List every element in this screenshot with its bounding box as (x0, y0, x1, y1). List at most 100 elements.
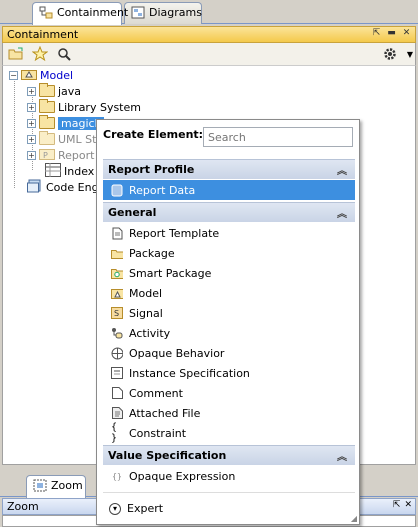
section-general[interactable]: General ︽ (103, 202, 355, 222)
tab-diagrams[interactable]: Diagrams (124, 2, 202, 24)
menu-item-instance-specification[interactable]: Instance Specification (103, 363, 355, 383)
menu-item-smart-package[interactable]: Smart Package (103, 263, 355, 283)
collapse-icon[interactable]: − (9, 70, 18, 80)
chevron-down-icon[interactable]: ▼ (405, 45, 415, 63)
tab-label: Containment (57, 6, 129, 19)
tree-node-uml-standard[interactable]: + UML St (27, 131, 96, 147)
tree-label: Report (58, 148, 95, 162)
menu-item-label: Opaque Expression (129, 469, 236, 483)
expand-icon[interactable]: + (27, 118, 36, 128)
model-icon (21, 68, 37, 83)
tree-label: Library System (58, 100, 141, 114)
menu-item-comment[interactable]: Comment (103, 383, 355, 403)
comment-icon (111, 387, 123, 400)
code-engineering-icon (27, 179, 43, 196)
float-icon[interactable]: ⇱ (371, 28, 382, 39)
model-icon (111, 287, 123, 300)
tree-label: Index (64, 164, 95, 178)
expand-icon[interactable]: + (27, 134, 36, 144)
menu-item-label: Opaque Behavior (129, 346, 225, 360)
collapse-section-icon[interactable]: ︽ (337, 162, 347, 177)
menu-item-opaque-expression[interactable]: {} Opaque Expression (103, 466, 355, 486)
collapse-section-icon[interactable]: ︽ (337, 448, 347, 463)
search-icon[interactable] (55, 45, 73, 63)
tab-zoom[interactable]: Zoom (26, 475, 86, 498)
zoom-title: Zoom (7, 500, 39, 513)
menu-item-label: Comment (129, 386, 183, 400)
section-title: General (108, 206, 157, 219)
menu-item-model[interactable]: Model (103, 283, 355, 303)
tree-node-index[interactable]: Index (45, 162, 95, 179)
open-folder-icon[interactable] (7, 45, 25, 63)
resize-grip-icon[interactable]: ◢ (351, 514, 357, 523)
diagram-icon (131, 6, 145, 19)
close-icon[interactable]: ✕ (404, 500, 412, 510)
section-value-specification[interactable]: Value Specification ︽ (103, 445, 355, 465)
menu-item-attached-file[interactable]: Attached File (103, 403, 355, 423)
menu-item-activity[interactable]: Activity (103, 323, 355, 343)
tree-node-magicli[interactable]: + magicli (27, 115, 104, 131)
star-icon[interactable] (31, 45, 49, 63)
smart-package-icon (111, 267, 123, 280)
menu-item-report-template[interactable]: Report Template (103, 223, 355, 243)
tree-node-report[interactable]: + P Report (27, 147, 94, 163)
divider (103, 492, 355, 493)
document-icon (111, 227, 123, 240)
tab-containment[interactable]: Containment (32, 2, 128, 25)
behavior-icon (111, 347, 123, 360)
tree-node-java[interactable]: + java (27, 83, 81, 99)
expert-toggle[interactable]: ▾ Expert (109, 502, 163, 515)
close-icon[interactable]: ✕ (401, 28, 412, 39)
tree-label: java (58, 84, 82, 98)
search-input[interactable] (203, 127, 353, 147)
menu-item-label: Model (129, 286, 163, 300)
folder-icon (39, 131, 55, 145)
float-icon[interactable]: ⇱ (393, 500, 401, 510)
tree-toolbar: ▼ (2, 43, 416, 65)
zoom-icon (33, 479, 47, 492)
menu-item-label: Constraint (129, 426, 187, 440)
activity-icon (111, 327, 123, 340)
menu-item-signal[interactable]: S Signal (103, 303, 355, 323)
section-report-profile[interactable]: Report Profile ︽ (103, 159, 355, 179)
folder-icon (39, 99, 55, 113)
menu-item-package[interactable]: Package (103, 243, 355, 263)
tree-node-library-system[interactable]: + Library System (27, 99, 141, 115)
create-element-popup: Create Element: Report Profile ︽ Report … (96, 119, 360, 525)
gear-icon[interactable] (381, 45, 399, 63)
expand-icon[interactable]: + (27, 102, 36, 112)
svg-text:S: S (114, 309, 119, 318)
constraint-icon: { } (111, 422, 118, 444)
menu-item-label: Package (129, 246, 175, 260)
expand-icon[interactable]: + (27, 86, 36, 96)
signal-icon: S (111, 307, 123, 320)
instance-icon (111, 367, 123, 380)
collapse-section-icon[interactable]: ︽ (337, 205, 347, 220)
tab-label: Diagrams (149, 6, 202, 19)
pin-icon[interactable]: ▬ (386, 28, 397, 39)
tree-label: UML St (58, 132, 97, 146)
menu-item-report-data[interactable]: Report Data (103, 180, 355, 200)
containment-icon (39, 6, 53, 19)
menu-item-label: Report Template (129, 226, 220, 240)
tree-label: Model (40, 68, 74, 82)
expert-label: Expert (127, 502, 164, 515)
section-title: Value Specification (108, 449, 227, 462)
folder-icon (39, 115, 55, 129)
panel-title: Containment (7, 28, 79, 41)
view-tab-bar: Containment Diagrams (0, 0, 418, 25)
expand-icon[interactable]: + (27, 150, 36, 160)
chevron-down-circle-icon: ▾ (109, 502, 121, 515)
folder-icon (111, 247, 123, 260)
menu-item-label: Report Data (129, 183, 196, 197)
tree-node-model[interactable]: − Model (9, 67, 73, 83)
file-icon (111, 407, 123, 420)
panel-title-bar: Containment ⇱ ▬ ✕ (2, 26, 416, 43)
menu-item-label: Instance Specification (129, 366, 250, 380)
folder-icon (39, 83, 55, 97)
tab-label: Zoom (51, 479, 83, 492)
menu-item-constraint[interactable]: { } Constraint (103, 422, 355, 444)
menu-item-opaque-behavior[interactable]: Opaque Behavior (103, 343, 355, 363)
create-element-label: Create Element: (103, 128, 204, 141)
menu-item-label: Activity (129, 326, 171, 340)
